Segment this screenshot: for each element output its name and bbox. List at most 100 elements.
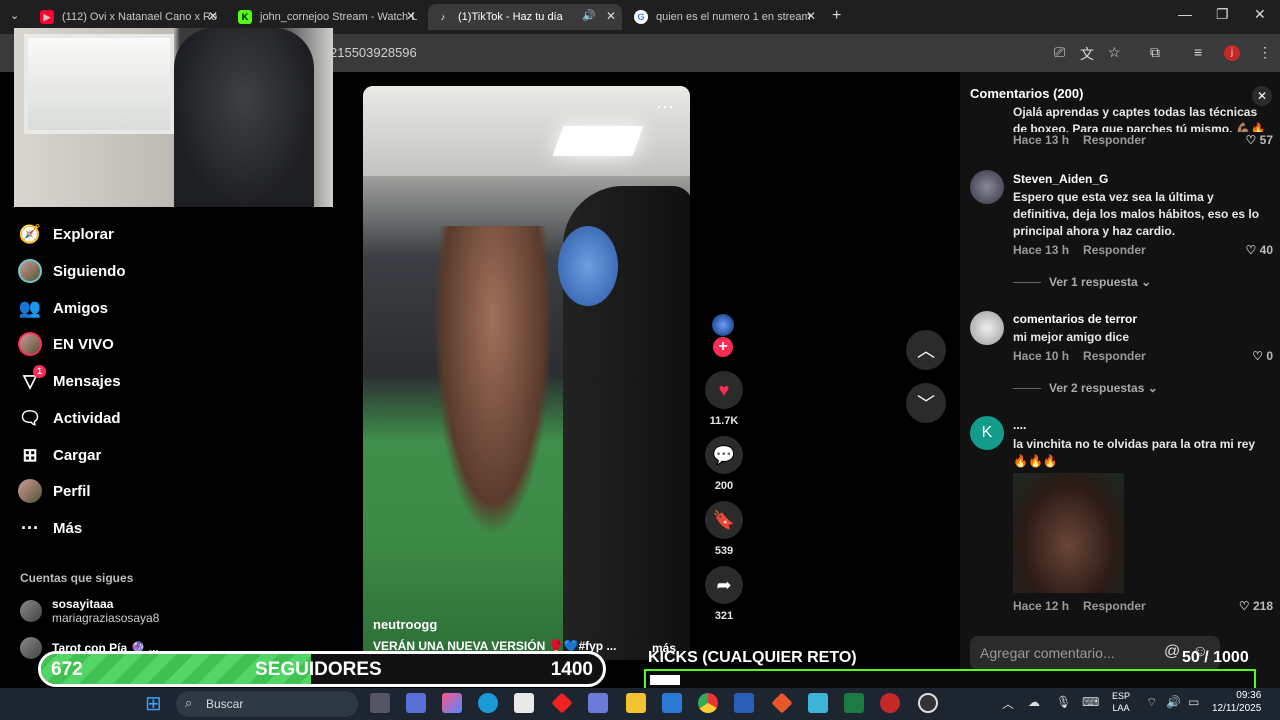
- like-action[interactable]: ♥ 11.7K: [704, 371, 744, 427]
- new-tab-icon[interactable]: +: [832, 7, 841, 25]
- taskbar-search[interactable]: ⌕ Buscar: [176, 691, 358, 717]
- close-comments-icon[interactable]: ✕: [1252, 86, 1272, 106]
- sidebar-item-explorar[interactable]: 🧭 Explorar: [18, 222, 114, 246]
- commenter-avatar[interactable]: K: [970, 416, 1004, 450]
- cast-icon[interactable]: ⎚: [1054, 44, 1065, 61]
- onedrive-icon[interactable]: ☁: [1028, 695, 1040, 709]
- tray-chevron-icon[interactable]: ︿: [1002, 695, 1014, 712]
- comment-like[interactable]: ♡ 218: [1239, 599, 1273, 613]
- comment-time: Hace 10 h: [1013, 349, 1070, 363]
- video-player[interactable]: [363, 86, 690, 660]
- battery-icon[interactable]: ▭: [1188, 695, 1199, 709]
- wifi-icon[interactable]: ⌔: [1146, 695, 1157, 710]
- browser-tab-tiktok[interactable]: ♪ (1)TikTok - Haz tu día 🔊 ✕: [428, 4, 622, 30]
- chrome-icon[interactable]: [698, 693, 718, 713]
- copilot-icon[interactable]: [442, 693, 462, 713]
- close-tab-icon[interactable]: ✕: [406, 9, 416, 23]
- sidebar-item-cargar[interactable]: ⊞ Cargar: [18, 443, 101, 467]
- sidebar-item-siguiendo[interactable]: Siguiendo: [18, 259, 126, 283]
- followers-label: SEGUIDORES: [255, 659, 382, 680]
- share-action[interactable]: ➦ 321: [704, 566, 744, 622]
- reply-button[interactable]: Responder: [1083, 349, 1146, 363]
- kicks-progress-fill: [650, 675, 681, 685]
- vscode-icon[interactable]: [662, 693, 682, 713]
- notepad-icon[interactable]: [808, 693, 828, 713]
- word-icon[interactable]: [734, 693, 754, 713]
- browser-tab-kick[interactable]: K john_cornejoo Stream - Watch L ✕: [230, 4, 422, 30]
- windows-start-icon[interactable]: ⊞: [145, 691, 162, 716]
- commenter-avatar[interactable]: [970, 311, 1004, 345]
- bookmark-icon[interactable]: 🔖: [705, 501, 743, 539]
- chrome-menu-icon[interactable]: ⋮: [1258, 44, 1272, 61]
- network-icon[interactable]: ⌨: [1082, 695, 1099, 709]
- obs-icon[interactable]: [918, 693, 938, 713]
- sidebar-item-mensajes[interactable]: ▽ 1 Mensajes: [18, 365, 121, 393]
- sidebar-item-perfil[interactable]: Perfil: [18, 479, 91, 503]
- reply-button[interactable]: Responder: [1083, 133, 1146, 147]
- tab-search-dropdown-icon[interactable]: ⌄: [10, 9, 19, 22]
- sidebar-item-mas[interactable]: ··· Más: [18, 516, 82, 540]
- media-control-icon[interactable]: ≡: [1194, 44, 1202, 60]
- comment-like[interactable]: ♡ 40: [1246, 243, 1273, 257]
- previous-video-chevron-up-icon[interactable]: ︿: [906, 330, 946, 370]
- bookmark-star-icon[interactable]: ☆: [1108, 44, 1121, 61]
- next-video-chevron-down-icon[interactable]: ﹀: [906, 383, 946, 423]
- edge-icon[interactable]: [478, 693, 498, 713]
- address-bar[interactable]: 215503928596: [330, 45, 417, 60]
- volume-icon[interactable]: 🔊: [1166, 695, 1181, 709]
- youtube-icon: ▶: [40, 10, 54, 24]
- microphone-icon[interactable]: 🎙: [1056, 695, 1071, 709]
- close-tab-icon[interactable]: ✕: [606, 9, 616, 23]
- creator-avatar[interactable]: [712, 314, 734, 336]
- close-window-icon[interactable]: ✕: [1254, 6, 1266, 23]
- followed-account[interactable]: sosayitaaa mariagraziasosaya8: [20, 597, 159, 625]
- file-explorer-icon[interactable]: [626, 693, 646, 713]
- speaker-icon[interactable]: 🔊: [582, 9, 596, 22]
- store-icon[interactable]: [514, 693, 534, 713]
- calculator-icon[interactable]: [406, 693, 426, 713]
- reply-button[interactable]: Responder: [1083, 599, 1146, 613]
- excel-icon[interactable]: [844, 693, 864, 713]
- comment-like[interactable]: ♡ 57: [1246, 133, 1273, 147]
- close-tab-icon[interactable]: ✕: [208, 9, 218, 23]
- compass-icon: 🧭: [18, 223, 42, 244]
- commenter-avatar[interactable]: [970, 170, 1004, 204]
- reply-button[interactable]: Responder: [1083, 243, 1146, 257]
- view-replies-button[interactable]: Ver 1 respuesta ⌄: [1013, 275, 1151, 289]
- heart-icon[interactable]: ♥: [705, 371, 743, 409]
- system-clock[interactable]: 09:36 12/11/2025: [1212, 689, 1261, 715]
- save-action[interactable]: 🔖 539: [704, 501, 744, 557]
- shield-app-icon[interactable]: [588, 693, 608, 713]
- sidebar-item-label: EN VIVO: [53, 335, 114, 353]
- close-tab-icon[interactable]: ✕: [806, 9, 816, 23]
- sidebar-item-en-vivo[interactable]: EN VIVO: [18, 332, 114, 356]
- comment-action[interactable]: 💬 200: [704, 436, 744, 492]
- comment-icon[interactable]: 💬: [705, 436, 743, 474]
- maximize-icon[interactable]: ❐: [1216, 6, 1229, 23]
- comment-image[interactable]: [1013, 473, 1124, 593]
- video-username[interactable]: neutroogg: [373, 617, 437, 632]
- minimize-icon[interactable]: —: [1178, 6, 1192, 22]
- live-avatar: [18, 332, 42, 356]
- pdf-icon[interactable]: [880, 693, 900, 713]
- task-view-icon[interactable]: [370, 693, 390, 713]
- kicks-goal-count: 50 / 1000: [1182, 649, 1249, 666]
- sidebar-item-amigos[interactable]: 👥 Amigos: [18, 296, 108, 320]
- view-replies-button[interactable]: Ver 2 respuestas ⌄: [1013, 381, 1158, 395]
- comment-time: Hace 13 h: [1013, 133, 1070, 147]
- video-more-icon[interactable]: ···: [656, 96, 674, 117]
- mention-icon[interactable]: @: [1164, 643, 1180, 661]
- comment-like[interactable]: ♡ 0: [1252, 349, 1273, 363]
- extensions-icon[interactable]: ⧉: [1150, 44, 1160, 61]
- translate-icon[interactable]: 文: [1080, 44, 1094, 64]
- commenter-name[interactable]: Steven_Aiden_G: [1013, 172, 1108, 186]
- commenter-name[interactable]: ....: [1013, 418, 1026, 432]
- browser-tab-google[interactable]: G quien es el numero 1 en stream ✕: [626, 4, 822, 30]
- language-indicator[interactable]: ESP LAA: [1112, 690, 1130, 714]
- sidebar-item-actividad[interactable]: 🗨 Actividad: [18, 406, 121, 430]
- follow-plus-icon[interactable]: +: [713, 337, 733, 357]
- browser-tab-youtube[interactable]: ▶ (112) Ovi x Natanael Cano x Ro ✕: [32, 4, 224, 30]
- profile-avatar[interactable]: j: [1224, 45, 1240, 61]
- commenter-name[interactable]: comentarios de terror: [1013, 312, 1137, 326]
- share-icon[interactable]: ➦: [705, 566, 743, 604]
